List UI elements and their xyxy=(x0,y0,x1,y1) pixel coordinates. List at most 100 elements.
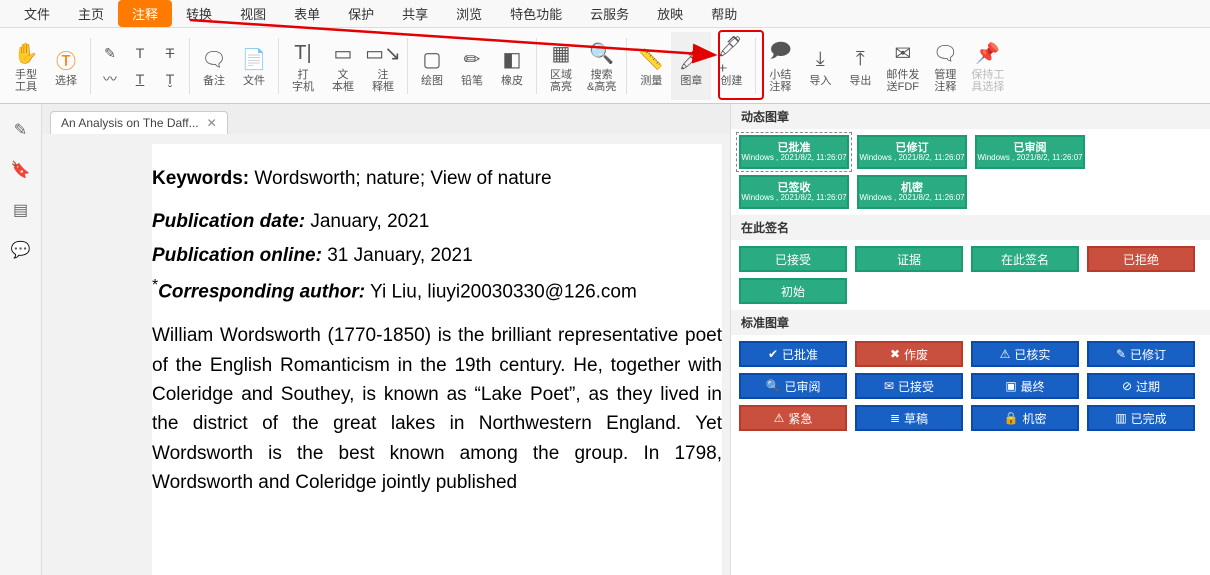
tool-pencil[interactable]: ✏铅笔 xyxy=(452,32,492,100)
pencil-icon: ✏ xyxy=(458,45,486,73)
sign-initial[interactable]: 初始 xyxy=(739,278,847,304)
std-confidential[interactable]: 🔒机密 xyxy=(971,405,1079,431)
sign-evidence[interactable]: 证据 xyxy=(855,246,963,272)
tool-eraser[interactable]: ◧橡皮 xyxy=(492,32,532,100)
export-icon: ⤒ xyxy=(846,45,874,73)
correspond-label: Corresponding author: xyxy=(158,282,365,303)
std-revised[interactable]: ✎已修订 xyxy=(1087,341,1195,367)
std-completed[interactable]: ▥已完成 xyxy=(1087,405,1195,431)
std-reviewed[interactable]: 🔍已审阅 xyxy=(739,373,847,399)
dynamic-stamp-revised[interactable]: 已修订Windows , 2021/8/2, 11:26:07 xyxy=(857,135,967,169)
pencil-icon: ✎ xyxy=(1116,347,1126,361)
tool-summary[interactable]: 🗩小结 注释 xyxy=(760,32,800,100)
stamp-icon: ▣ xyxy=(1005,379,1016,393)
menu-protect[interactable]: 保护 xyxy=(334,0,388,27)
pin-icon: 📌 xyxy=(974,39,1002,67)
ruler-icon: 📏 xyxy=(637,45,665,73)
dynamic-stamp-reviewed[interactable]: 已审阅Windows , 2021/8/2, 11:26:07 xyxy=(975,135,1085,169)
left-sidebar: ✎ 🔖 ▤ 💬 xyxy=(0,104,42,575)
menu-view[interactable]: 视图 xyxy=(226,0,280,27)
comments-icon[interactable]: 💬 xyxy=(7,236,35,264)
std-accepted[interactable]: ✉已接受 xyxy=(855,373,963,399)
menu-browse[interactable]: 浏览 xyxy=(442,0,496,27)
tool-manage[interactable]: 🗨管理 注释 xyxy=(925,32,965,100)
menu-file[interactable]: 文件 xyxy=(10,0,64,27)
menu-share[interactable]: 共享 xyxy=(388,0,442,27)
dynamic-stamp-approved[interactable]: 已批准Windows , 2021/8/2, 11:26:07 xyxy=(739,135,849,169)
tool-shapes[interactable]: ▢绘图 xyxy=(412,32,452,100)
sign-accepted[interactable]: 已接受 xyxy=(739,246,847,272)
note-icon: 🗨 xyxy=(200,45,228,73)
highlighter-icon[interactable]: ✎ xyxy=(99,42,121,64)
alert-icon: ⚠ xyxy=(774,411,785,425)
tool-hand[interactable]: ✋手型 工具 xyxy=(6,32,46,100)
tool-import[interactable]: ⤓导入 xyxy=(800,32,840,100)
tab-title: An Analysis on The Daff... xyxy=(61,116,199,130)
std-draft[interactable]: ≣草稿 xyxy=(855,405,963,431)
tool-callout[interactable]: ▭↘注 释框 xyxy=(363,32,403,100)
menu-annotate[interactable]: 注释 xyxy=(118,0,172,27)
tool-create[interactable]: 🖊⁺创建 xyxy=(711,32,751,100)
menu-help[interactable]: 帮助 xyxy=(697,0,751,27)
pages-icon[interactable]: ▤ xyxy=(7,196,35,224)
std-verified[interactable]: ⚠已核实 xyxy=(971,341,1079,367)
tool-typewriter[interactable]: T|打 字机 xyxy=(283,32,323,100)
tool-stamp[interactable]: 🖊图章 xyxy=(671,32,711,100)
bookmark-icon[interactable]: 🔖 xyxy=(7,156,35,184)
manage-icon: 🗨 xyxy=(931,39,959,67)
std-final[interactable]: ▣最终 xyxy=(971,373,1079,399)
sign-here-header: 在此签名 xyxy=(731,215,1210,240)
standard-stamps-header: 标准图章 xyxy=(731,310,1210,335)
menu-special[interactable]: 特色功能 xyxy=(496,0,576,27)
menu-home[interactable]: 主页 xyxy=(64,0,118,27)
std-urgent[interactable]: ⚠紧急 xyxy=(739,405,847,431)
std-expired[interactable]: ⊘过期 xyxy=(1087,373,1195,399)
tool-measure[interactable]: 📏测量 xyxy=(631,32,671,100)
strike-icon[interactable]: T xyxy=(159,42,181,64)
tool-keep-selection[interactable]: 📌保持工 具选择 xyxy=(965,32,1010,100)
menu-cloud[interactable]: 云服务 xyxy=(576,0,643,27)
close-tab-icon[interactable]: ✕ xyxy=(207,116,217,130)
insert-caret-icon[interactable]: T̬ xyxy=(159,68,181,90)
envelope-icon: ✉ xyxy=(884,379,894,393)
sign-rejected[interactable]: 已拒绝 xyxy=(1087,246,1195,272)
edit-tool-icon[interactable]: ✎ xyxy=(7,116,35,144)
separator xyxy=(278,38,279,94)
text-tools-1: T T xyxy=(125,32,155,100)
underline-icon[interactable]: T xyxy=(129,68,151,90)
ribbon: ✋手型 工具 Ⓣ选择 ✎ 〰 T T T T̬ 🗨备注 📄文件 T|打 字机 ▭… xyxy=(0,28,1210,104)
tool-textbox[interactable]: ▭文 本框 xyxy=(323,32,363,100)
sign-here[interactable]: 在此签名 xyxy=(971,246,1079,272)
typewriter-icon: T| xyxy=(289,39,317,67)
create-stamp-icon: 🖊⁺ xyxy=(717,45,745,73)
document-tab[interactable]: An Analysis on The Daff... ✕ xyxy=(50,111,228,134)
wavy-underline-icon[interactable]: 〰 xyxy=(99,68,121,90)
tool-attach-file[interactable]: 📄文件 xyxy=(234,32,274,100)
menu-play[interactable]: 放映 xyxy=(643,0,697,27)
clock-icon: ⊘ xyxy=(1122,379,1132,393)
select-icon: Ⓣ xyxy=(52,45,80,73)
correspond-value: Yi Liu, liuyi20030330@126.com xyxy=(365,282,637,303)
sign-here-list: 已接受 证据 在此签名 已拒绝 初始 xyxy=(731,240,1210,310)
dynamic-stamp-confidential[interactable]: 机密Windows , 2021/8/2, 11:26:07 xyxy=(857,175,967,209)
tool-search-highlight[interactable]: 🔍搜索 &高亮 xyxy=(581,32,622,100)
tool-mail-fdf[interactable]: ✉邮件发 送FDF xyxy=(880,32,925,100)
tool-note[interactable]: 🗨备注 xyxy=(194,32,234,100)
tool-area-highlight[interactable]: ▦区域 高亮 xyxy=(541,32,581,100)
attach-file-icon: 📄 xyxy=(240,45,268,73)
summary-icon: 🗩 xyxy=(766,39,794,67)
dynamic-stamp-received[interactable]: 已签收Windows , 2021/8/2, 11:26:07 xyxy=(739,175,849,209)
tool-select[interactable]: Ⓣ选择 xyxy=(46,32,86,100)
keywords-label: Keywords: xyxy=(152,168,249,189)
std-void[interactable]: ✖作废 xyxy=(855,341,963,367)
area-highlight-icon: ▦ xyxy=(547,39,575,67)
pubdate-label: Publication date: xyxy=(152,211,305,232)
std-approved[interactable]: ✔已批准 xyxy=(739,341,847,367)
hand-icon: ✋ xyxy=(12,39,40,67)
text-tool-icon[interactable]: T xyxy=(129,42,151,64)
menu-form[interactable]: 表单 xyxy=(280,0,334,27)
menu-convert[interactable]: 转换 xyxy=(172,0,226,27)
search-icon: 🔍 xyxy=(766,379,781,393)
pubonline-value: 31 January, 2021 xyxy=(322,245,473,266)
tool-export[interactable]: ⤒导出 xyxy=(840,32,880,100)
